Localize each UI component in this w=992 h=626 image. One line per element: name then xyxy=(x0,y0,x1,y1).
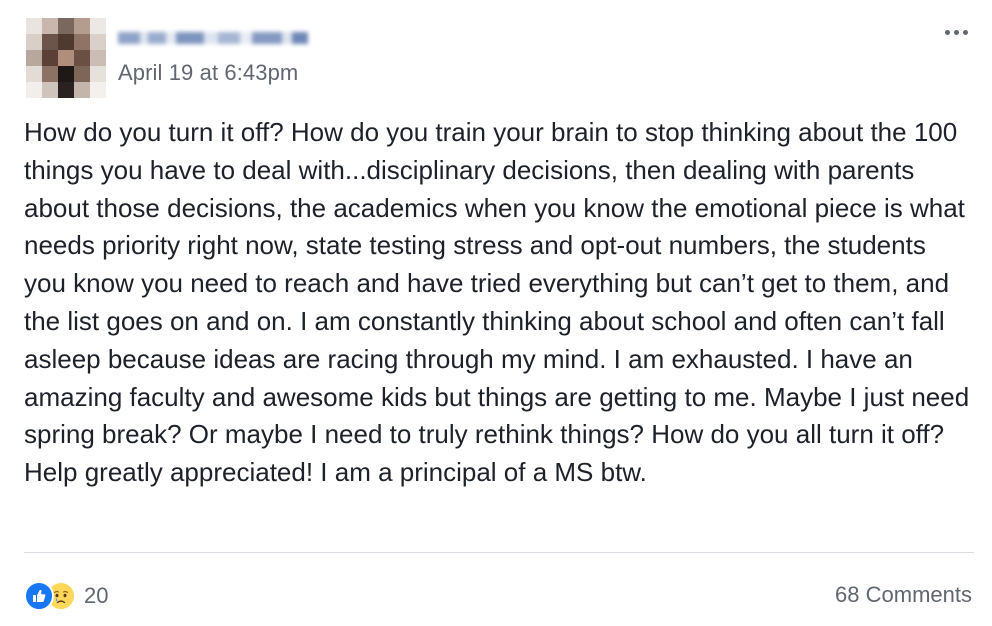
avatar[interactable] xyxy=(26,18,106,98)
divider xyxy=(24,552,974,553)
more-options-icon[interactable] xyxy=(940,20,972,44)
reaction-count: 20 xyxy=(84,583,109,608)
reactions-summary[interactable]: 20 xyxy=(24,580,108,612)
like-icon xyxy=(24,581,54,611)
author-name-blurred[interactable] xyxy=(118,24,308,52)
dot xyxy=(953,29,959,35)
comments-count-link[interactable]: 68 Comments xyxy=(835,582,972,608)
post-card: April 19 at 6:43pm How do you turn it of… xyxy=(0,0,992,626)
post-timestamp[interactable]: April 19 at 6:43pm xyxy=(118,60,298,86)
dot xyxy=(962,29,968,35)
post-body-text: How do you turn it off? How do you train… xyxy=(24,117,970,488)
dot xyxy=(944,29,950,35)
